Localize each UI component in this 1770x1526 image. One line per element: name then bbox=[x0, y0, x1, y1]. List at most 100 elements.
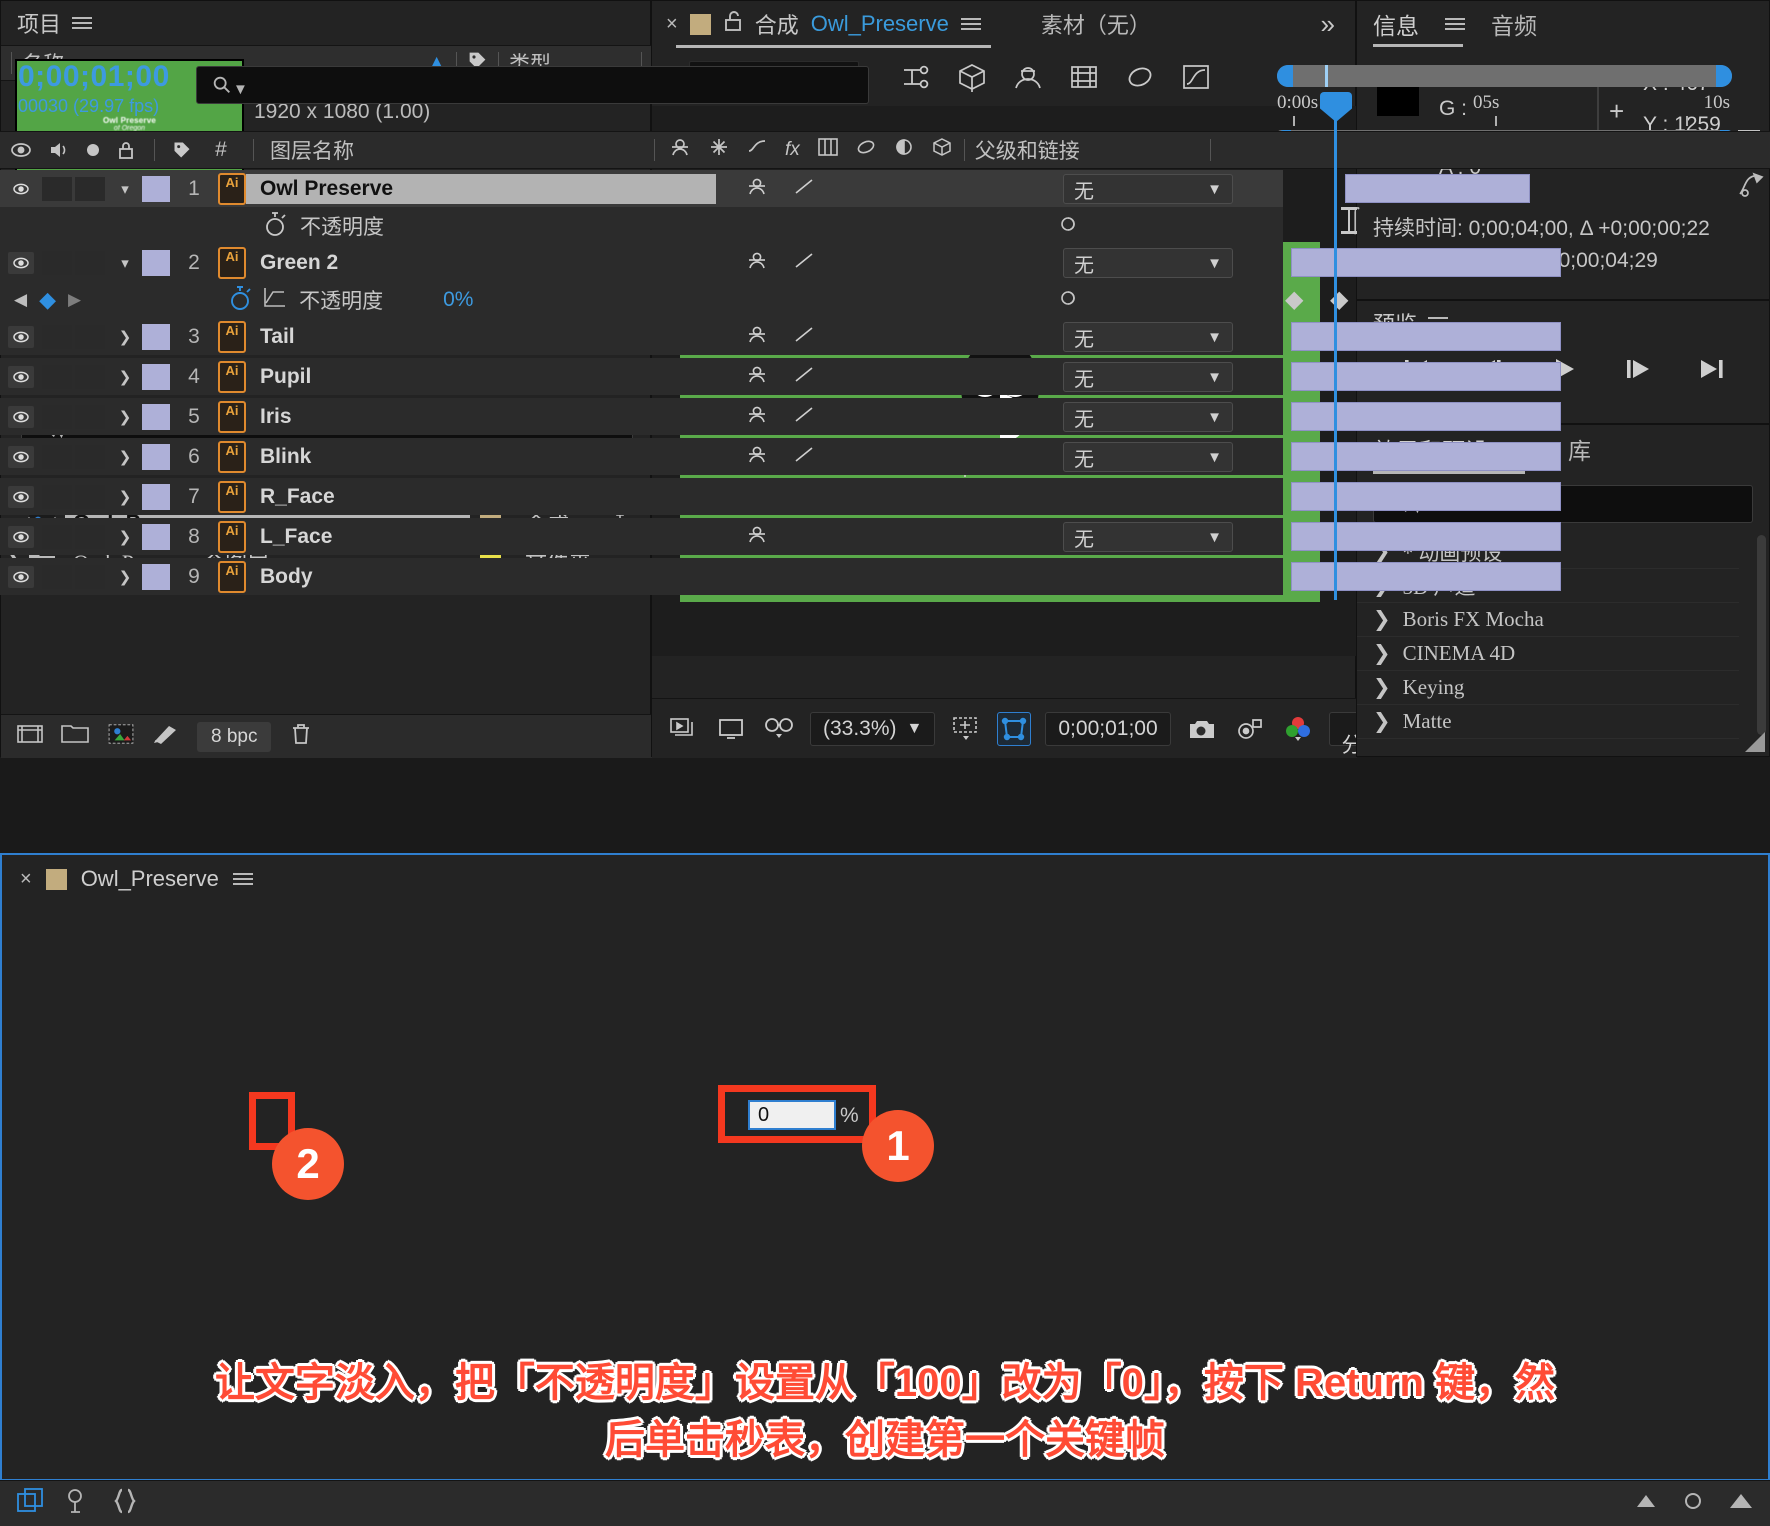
layer-label-color[interactable] bbox=[142, 363, 170, 390]
panel-overflow-icon[interactable]: » bbox=[1321, 9, 1335, 40]
layer-duration-bar[interactable] bbox=[1291, 362, 1561, 391]
layer-name[interactable]: L_Face bbox=[260, 525, 332, 549]
timeline-property-row[interactable]: 不透明度 bbox=[0, 207, 1283, 244]
current-timecode[interactable]: 0;00;01;00 bbox=[18, 60, 170, 94]
enable-motion-blur-icon[interactable] bbox=[1124, 62, 1156, 98]
tab-audio[interactable]: 音频 bbox=[1491, 7, 1537, 41]
chevron-right-icon[interactable]: ❯ bbox=[1373, 675, 1391, 700]
layer-twirl-icon[interactable]: ❯ bbox=[108, 568, 142, 586]
expression-icon[interactable] bbox=[1055, 212, 1081, 242]
layer-name[interactable]: Pupil bbox=[260, 365, 311, 389]
zoom-level-select[interactable]: (33.3%) ▼ bbox=[810, 711, 936, 746]
shy-icon[interactable] bbox=[746, 524, 768, 552]
list-item[interactable]: ❯ CINEMA 4D bbox=[1357, 637, 1739, 671]
lock-switch-icon[interactable] bbox=[108, 140, 144, 160]
expression-icon[interactable] bbox=[1055, 286, 1081, 316]
opacity-value-input[interactable]: 0 bbox=[748, 1100, 836, 1130]
tab-info[interactable]: 信息 bbox=[1373, 7, 1419, 41]
layer-label-color[interactable] bbox=[142, 523, 170, 550]
project-menu-icon[interactable] bbox=[72, 14, 93, 32]
show-snapshot-icon[interactable] bbox=[1233, 712, 1267, 746]
next-frame-icon[interactable] bbox=[1623, 356, 1653, 388]
layer-name[interactable]: Iris bbox=[260, 405, 292, 429]
keyframe-marker[interactable]: ◆ bbox=[1285, 285, 1303, 314]
timeline-menu-icon[interactable] bbox=[232, 870, 253, 888]
column-number[interactable]: # bbox=[199, 138, 243, 162]
label-tag-icon[interactable] bbox=[165, 140, 199, 160]
layer-twirl-icon[interactable]: ❯ bbox=[108, 408, 142, 426]
graph-editor-icon[interactable] bbox=[1180, 62, 1212, 98]
chevron-right-icon[interactable]: ❯ bbox=[1373, 641, 1391, 666]
layer-visibility-icon[interactable] bbox=[8, 325, 34, 348]
layer-audio-cell[interactable] bbox=[42, 250, 72, 275]
stopwatch-icon-active[interactable] bbox=[227, 282, 253, 318]
layer-twirl-icon[interactable]: ❯ bbox=[108, 328, 142, 346]
layer-label-color[interactable] bbox=[142, 563, 170, 590]
layer-name[interactable]: R_Face bbox=[260, 485, 335, 509]
layer-switch-group[interactable] bbox=[746, 444, 814, 466]
column-parent-and-link[interactable]: 父级和链接 bbox=[975, 135, 1080, 165]
layer-switch-group[interactable] bbox=[746, 404, 814, 426]
effects-scrollbar[interactable] bbox=[1757, 535, 1766, 735]
close-tab-icon[interactable]: × bbox=[666, 13, 678, 36]
layer-twirl-icon[interactable]: ❯ bbox=[108, 528, 142, 546]
quality-icon[interactable] bbox=[747, 137, 767, 163]
parent-select[interactable]: 无 ▼ bbox=[1063, 522, 1233, 552]
parent-select[interactable]: 无 ▼ bbox=[1063, 174, 1233, 204]
graph-editor-property-icon[interactable] bbox=[263, 286, 287, 314]
project-interpret-footage-icon[interactable] bbox=[17, 723, 43, 751]
list-item[interactable]: ❯ Keying bbox=[1357, 671, 1739, 705]
layer-audio-cell[interactable] bbox=[42, 176, 72, 201]
minimap-right-handle[interactable] bbox=[1716, 65, 1732, 87]
toggle-graph-icon[interactable] bbox=[66, 1487, 92, 1521]
composition-mini-flowchart-icon[interactable] bbox=[900, 62, 932, 98]
chevron-right-icon[interactable]: ❯ bbox=[1373, 709, 1391, 734]
enable-frame-blending-icon[interactable] bbox=[1068, 62, 1100, 98]
timeline-layer-row[interactable]: ❯ 7 Ai R_Face bbox=[0, 478, 1283, 515]
layer-duration-bar[interactable] bbox=[1291, 322, 1561, 351]
layer-switch-group[interactable] bbox=[746, 324, 814, 346]
layer-name[interactable]: Tail bbox=[260, 325, 295, 349]
timeline-tab-name[interactable]: Owl_Preserve bbox=[81, 866, 219, 892]
resolution-icon[interactable] bbox=[949, 712, 983, 746]
layer-visibility-icon[interactable] bbox=[8, 445, 34, 468]
last-frame-icon[interactable] bbox=[1697, 356, 1727, 388]
fx-icon[interactable]: fx bbox=[785, 139, 800, 161]
lock-icon[interactable] bbox=[723, 9, 743, 39]
minimap-playhead[interactable] bbox=[1325, 65, 1328, 87]
always-preview-this-view-icon[interactable] bbox=[666, 712, 700, 746]
stopwatch-icon[interactable] bbox=[262, 208, 288, 244]
parent-select[interactable]: 无 ▼ bbox=[1063, 322, 1233, 352]
layer-solo-cell[interactable] bbox=[75, 250, 105, 275]
3d-glasses-icon[interactable] bbox=[762, 712, 796, 746]
timeline-search-input[interactable]: ▼ bbox=[196, 66, 869, 104]
layer-duration-bar[interactable] bbox=[1345, 174, 1530, 203]
zoom-in-icon[interactable] bbox=[1728, 1492, 1754, 1516]
bit-depth-label[interactable]: 8 bpc bbox=[197, 721, 272, 752]
timeline-zoom-minimap[interactable] bbox=[1277, 65, 1732, 87]
timeline-playhead-line[interactable] bbox=[1334, 100, 1337, 600]
property-name-opacity[interactable]: 不透明度 bbox=[299, 285, 383, 315]
draft-3d-icon[interactable] bbox=[956, 62, 988, 98]
composition-menu-icon[interactable] bbox=[960, 15, 981, 33]
three-d-layer-icon[interactable] bbox=[932, 137, 952, 163]
composition-tab-name[interactable]: Owl_Preserve bbox=[811, 11, 949, 37]
layer-duration-bar[interactable] bbox=[1291, 402, 1561, 431]
video-switch-icon[interactable] bbox=[0, 140, 42, 160]
layer-twirl-icon[interactable]: ▾ bbox=[108, 180, 142, 198]
timeline-layer-row[interactable]: ❯ 9 Ai Body bbox=[0, 558, 1283, 595]
keyframe-toggle-icon[interactable]: ◆ bbox=[39, 287, 56, 313]
collapse-transform-icon[interactable] bbox=[709, 137, 729, 163]
layer-switch-group[interactable] bbox=[746, 176, 814, 198]
parent-select[interactable]: 无 ▼ bbox=[1063, 442, 1233, 472]
current-time-field[interactable]: 0;00;01;00 bbox=[1045, 711, 1171, 746]
layer-visibility-icon[interactable] bbox=[8, 525, 34, 548]
layer-stretch-icon[interactable] bbox=[1736, 172, 1764, 206]
previous-keyframe-icon[interactable]: ◀ bbox=[14, 290, 27, 310]
layer-visibility-icon[interactable] bbox=[8, 405, 34, 428]
layer-name[interactable]: Blink bbox=[260, 445, 311, 469]
next-keyframe-icon[interactable]: ▶ bbox=[68, 290, 81, 310]
layer-twirl-icon[interactable]: ❯ bbox=[108, 368, 142, 386]
toggle-switches-modes-icon[interactable] bbox=[16, 1487, 46, 1521]
delete-icon[interactable] bbox=[289, 722, 313, 752]
